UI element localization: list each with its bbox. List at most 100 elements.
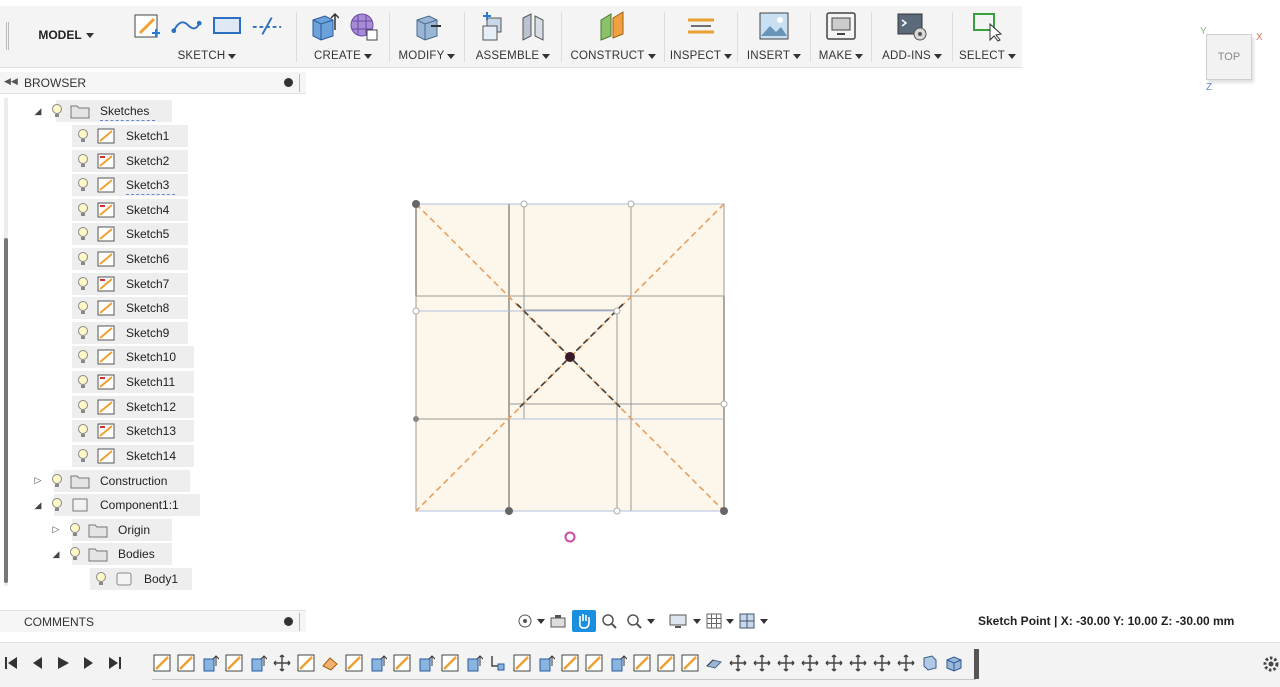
lightbulb-icon[interactable] xyxy=(76,127,90,145)
timeline-extrude-icon[interactable] xyxy=(608,653,628,673)
timeline-move-icon[interactable] xyxy=(800,653,820,673)
tree-folder-construction[interactable]: ▷ Construction xyxy=(32,470,173,492)
chevron-down-icon[interactable] xyxy=(793,53,802,59)
select-group-label[interactable]: SELECT xyxy=(959,50,1005,62)
chevron-down-icon[interactable] xyxy=(647,618,656,624)
chevron-down-icon[interactable] xyxy=(933,53,942,59)
modify-group-label[interactable]: MODIFY xyxy=(399,50,445,62)
timeline-extrude-icon[interactable] xyxy=(416,653,436,673)
create-group-label[interactable]: CREATE xyxy=(314,50,361,62)
timeline-extrude-icon[interactable] xyxy=(368,653,388,673)
timeline-plane-icon[interactable] xyxy=(704,653,724,673)
measure-icon[interactable] xyxy=(685,10,717,42)
lightbulb-icon[interactable] xyxy=(76,324,90,342)
chevron-down-icon[interactable] xyxy=(542,53,551,59)
tree-item-sketch[interactable]: Sketch8 xyxy=(76,297,175,319)
timeline-move-icon[interactable] xyxy=(272,653,292,673)
new-component-icon[interactable] xyxy=(477,10,509,42)
timeline-first-icon[interactable] xyxy=(4,655,18,676)
tree-item-sketch[interactable]: Sketch14 xyxy=(76,445,182,467)
workspace-switcher[interactable]: MODEL xyxy=(26,20,106,50)
make-group-label[interactable]: MAKE xyxy=(819,50,852,62)
scripts-icon[interactable] xyxy=(896,10,928,42)
chevron-down-icon[interactable] xyxy=(692,618,701,624)
pan-hand-icon[interactable] xyxy=(572,610,596,632)
timeline-last-icon[interactable] xyxy=(108,655,122,676)
create-sketch-icon[interactable] xyxy=(131,10,163,42)
viewcube-face-label[interactable]: TOP xyxy=(1218,51,1240,63)
3d-print-icon[interactable] xyxy=(825,10,857,42)
timeline-sketch-icon[interactable] xyxy=(584,653,604,673)
timeline-sketch-icon[interactable] xyxy=(656,653,676,673)
timeline-move-icon[interactable] xyxy=(824,653,844,673)
form-icon[interactable] xyxy=(347,10,379,42)
lightbulb-icon[interactable] xyxy=(94,570,108,588)
center-point[interactable] xyxy=(565,352,575,362)
chevron-down-icon[interactable] xyxy=(447,53,456,59)
timeline-sketch-icon[interactable] xyxy=(632,653,652,673)
lightbulb-icon[interactable] xyxy=(76,373,90,391)
lightbulb-icon[interactable] xyxy=(68,545,82,563)
chevron-down-icon[interactable] xyxy=(726,618,735,624)
arc-icon[interactable] xyxy=(171,10,203,42)
zoom-window-icon[interactable] xyxy=(623,610,644,632)
timeline-sketch-icon[interactable] xyxy=(512,653,532,673)
chevron-down-icon[interactable] xyxy=(724,53,733,59)
lightbulb-icon[interactable] xyxy=(76,201,90,219)
timeline-move-icon[interactable] xyxy=(728,653,748,673)
orbit-icon[interactable] xyxy=(516,610,534,632)
gear-icon[interactable] xyxy=(1262,655,1280,678)
lightbulb-icon[interactable] xyxy=(76,176,90,194)
tree-item-sketch[interactable]: Sketch6 xyxy=(76,248,175,270)
collapse-panel-icon[interactable]: ◀◀ xyxy=(4,76,18,87)
timeline-extrude-icon[interactable] xyxy=(200,653,220,673)
lightbulb-icon[interactable] xyxy=(76,250,90,268)
timeline-extrude-icon[interactable] xyxy=(464,653,484,673)
viewcube[interactable]: TOP xyxy=(1206,34,1252,80)
lightbulb-icon[interactable] xyxy=(76,422,90,440)
chevron-down-icon[interactable] xyxy=(364,53,372,59)
lightbulb-icon[interactable] xyxy=(76,225,90,243)
lightbulb-icon[interactable] xyxy=(50,496,64,514)
timeline-project-icon[interactable] xyxy=(488,653,508,673)
tree-item-sketch[interactable]: Sketch7 xyxy=(76,273,175,295)
tree-folder-bodies[interactable]: ◢ Bodies xyxy=(50,543,161,565)
tree-item-sketch[interactable]: Sketch4 xyxy=(76,199,175,221)
construct-group-label[interactable]: CONSTRUCT xyxy=(571,50,645,62)
timeline-sketch-icon[interactable] xyxy=(440,653,460,673)
tree-item-sketch[interactable]: Sketch11 xyxy=(76,371,181,393)
tree-item-sketch[interactable]: Sketch12 xyxy=(76,396,182,418)
timeline-extrude-icon[interactable] xyxy=(248,653,268,673)
offset-plane-icon[interactable] xyxy=(597,10,629,42)
lightbulb-icon[interactable] xyxy=(76,447,90,465)
joint-icon[interactable] xyxy=(517,10,549,42)
inspect-group-label[interactable]: INSPECT xyxy=(670,50,721,62)
viewports-icon[interactable] xyxy=(737,610,757,632)
insert-image-icon[interactable] xyxy=(758,10,790,42)
lightbulb-icon[interactable] xyxy=(50,102,64,120)
timeline-fillet-icon[interactable] xyxy=(320,653,340,673)
lightbulb-icon[interactable] xyxy=(50,472,64,490)
timeline-play-icon[interactable] xyxy=(56,655,70,676)
chevron-down-icon[interactable] xyxy=(759,618,768,624)
tree-item-sketch[interactable]: Sketch10 xyxy=(76,346,182,368)
lightbulb-icon[interactable] xyxy=(76,275,90,293)
timeline-sketch-icon[interactable] xyxy=(344,653,364,673)
timeline-body-icon[interactable] xyxy=(944,653,964,673)
browser-scrollbar[interactable] xyxy=(4,98,8,586)
lightbulb-icon[interactable] xyxy=(76,299,90,317)
timeline-sketch-icon[interactable] xyxy=(224,653,244,673)
expand-right-icon[interactable]: ▷ xyxy=(32,475,44,486)
expand-down-icon[interactable]: ◢ xyxy=(50,549,62,560)
pin-icon[interactable] xyxy=(284,78,293,87)
timeline-revolve-icon[interactable] xyxy=(920,653,940,673)
pin-icon[interactable] xyxy=(284,617,293,626)
expand-down-icon[interactable]: ◢ xyxy=(32,106,44,117)
chevron-down-icon[interactable] xyxy=(536,618,545,624)
tree-folder-origin[interactable]: ▷ Origin xyxy=(50,519,156,541)
timeline-sketch-icon[interactable] xyxy=(680,653,700,673)
expand-down-icon[interactable]: ◢ xyxy=(32,500,44,511)
press-pull-icon[interactable] xyxy=(411,10,443,42)
timeline-move-icon[interactable] xyxy=(752,653,772,673)
trim-icon[interactable] xyxy=(251,10,283,42)
